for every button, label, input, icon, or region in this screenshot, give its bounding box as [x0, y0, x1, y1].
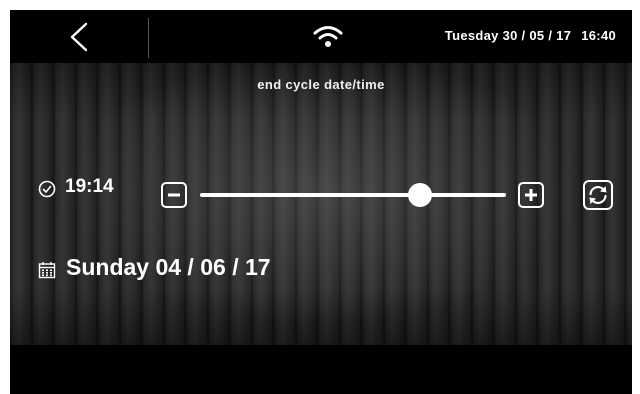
end-time-value: 19:14 [65, 176, 114, 197]
minus-icon [168, 193, 180, 197]
header-time: 16:40 [581, 28, 616, 43]
screen: Tuesday 30 / 05 / 17 16:40 end cycle date… [10, 10, 632, 394]
header-datetime: Tuesday 30 / 05 / 17 16:40 [445, 28, 616, 43]
page-title: end cycle date/time [257, 77, 385, 92]
time-slider-thumb[interactable] [408, 183, 433, 207]
sync-icon [589, 185, 607, 205]
increase-button[interactable] [518, 182, 544, 208]
header-date: Tuesday 30 / 05 / 17 [444, 28, 572, 43]
time-slider-track[interactable] [200, 193, 506, 197]
settings-panel: end cycle date/time 19:14 Sunday 04 / 06… [10, 63, 632, 345]
back-button[interactable] [10, 10, 148, 63]
decrease-button[interactable] [161, 182, 187, 208]
wifi-icon [313, 26, 343, 47]
end-date-value: Sunday 04 / 06 / 17 [66, 254, 271, 280]
plus-icon [525, 189, 537, 201]
chevron-left-icon [70, 22, 88, 52]
sync-button[interactable] [583, 180, 613, 210]
bottom-bar [10, 345, 632, 394]
top-bar: Tuesday 30 / 05 / 17 16:40 [10, 10, 632, 63]
calendar-icon [38, 262, 56, 279]
header-divider [148, 18, 149, 58]
clock-icon [38, 180, 56, 198]
